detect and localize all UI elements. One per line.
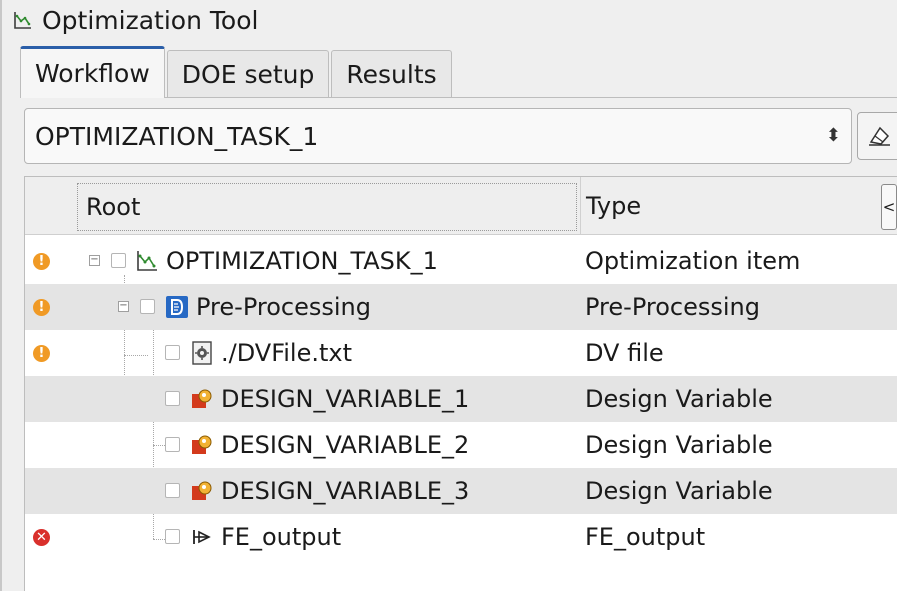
tree-item-type: Design Variable bbox=[585, 431, 773, 459]
error-icon: ✕ bbox=[33, 529, 50, 546]
tab-doe-setup[interactable]: DOE setup bbox=[166, 50, 330, 98]
optimization-tool-panel: Optimization Tool Workflow DOE setup Res… bbox=[0, 0, 897, 591]
tab-results[interactable]: Results bbox=[331, 50, 452, 98]
column-header-root[interactable]: Root bbox=[77, 183, 577, 231]
tree-row[interactable]: ! − Pre-Processing Pre-Processing bbox=[25, 284, 897, 330]
tree-item-type: Design Variable bbox=[585, 385, 773, 413]
tree-item-label: ./DVFile.txt bbox=[221, 339, 353, 367]
row-checkbox[interactable] bbox=[165, 391, 180, 406]
tree-item-type: FE_output bbox=[585, 523, 706, 551]
task-select[interactable]: OPTIMIZATION_TASK_1 ⬍ bbox=[24, 108, 852, 164]
collapse-panel-button[interactable]: < bbox=[881, 184, 897, 230]
tree-row[interactable]: ✕ FE_output FE_output bbox=[25, 514, 897, 560]
tree-item-type: Design Variable bbox=[585, 477, 773, 505]
eraser-icon bbox=[869, 126, 890, 146]
warning-icon: ! bbox=[33, 253, 50, 270]
dv-file-icon bbox=[192, 341, 212, 365]
tree-header: Root Type < bbox=[25, 177, 897, 235]
optimization-chart-icon bbox=[14, 12, 31, 29]
tree-item-label: DESIGN_VARIABLE_2 bbox=[221, 431, 470, 459]
design-variable-icon bbox=[192, 435, 212, 454]
tab-bar: Workflow DOE setup Results bbox=[20, 46, 454, 98]
design-variable-icon bbox=[192, 481, 212, 500]
optimization-chart-icon bbox=[137, 251, 157, 271]
collapse-toggle[interactable]: − bbox=[89, 255, 100, 266]
row-checkbox[interactable] bbox=[165, 529, 180, 544]
tree-row[interactable]: ! ./DVFile.txt DV file bbox=[25, 330, 897, 376]
warning-icon: ! bbox=[33, 299, 50, 316]
tree-item-type: DV file bbox=[585, 339, 664, 367]
clear-button[interactable] bbox=[857, 112, 897, 160]
updown-arrow-icon: ⬍ bbox=[825, 125, 841, 146]
task-select-value: OPTIMIZATION_TASK_1 bbox=[35, 121, 319, 151]
tree-item-label: DESIGN_VARIABLE_1 bbox=[221, 385, 470, 413]
tree-item-label: FE_output bbox=[221, 523, 342, 551]
tree-row[interactable]: DESIGN_VARIABLE_2 Design Variable bbox=[25, 422, 897, 468]
panel-title: Optimization Tool bbox=[42, 5, 259, 35]
row-checkbox[interactable] bbox=[140, 299, 155, 314]
preprocessing-icon bbox=[166, 296, 188, 318]
tree-item-type: Optimization item bbox=[585, 247, 801, 275]
tree-item-label: OPTIMIZATION_TASK_1 bbox=[166, 247, 438, 275]
warning-icon: ! bbox=[33, 345, 50, 362]
column-header-type[interactable]: Type bbox=[580, 177, 641, 235]
tab-workflow[interactable]: Workflow bbox=[20, 46, 165, 98]
tree-row[interactable]: ! − OPTIMIZATION_TASK_1 Optimization ite… bbox=[25, 238, 897, 284]
row-checkbox[interactable] bbox=[165, 345, 180, 360]
panel-title-bar: Optimization Tool bbox=[12, 0, 258, 40]
workflow-tree: Root Type < ! − OPTIMIZATION_TASK_1 Opti… bbox=[24, 176, 897, 591]
tree-row[interactable]: DESIGN_VARIABLE_3 Design Variable bbox=[25, 468, 897, 514]
tree-item-label: Pre-Processing bbox=[196, 293, 371, 321]
design-variable-icon bbox=[192, 389, 212, 408]
collapse-toggle[interactable]: − bbox=[118, 301, 129, 312]
row-checkbox[interactable] bbox=[165, 483, 180, 498]
tree-item-type: Pre-Processing bbox=[585, 293, 760, 321]
tree-row[interactable]: DESIGN_VARIABLE_1 Design Variable bbox=[25, 376, 897, 422]
output-arrow-icon bbox=[193, 530, 211, 544]
row-checkbox[interactable] bbox=[111, 253, 126, 268]
row-checkbox[interactable] bbox=[165, 437, 180, 452]
tree-item-label: DESIGN_VARIABLE_3 bbox=[221, 477, 470, 505]
